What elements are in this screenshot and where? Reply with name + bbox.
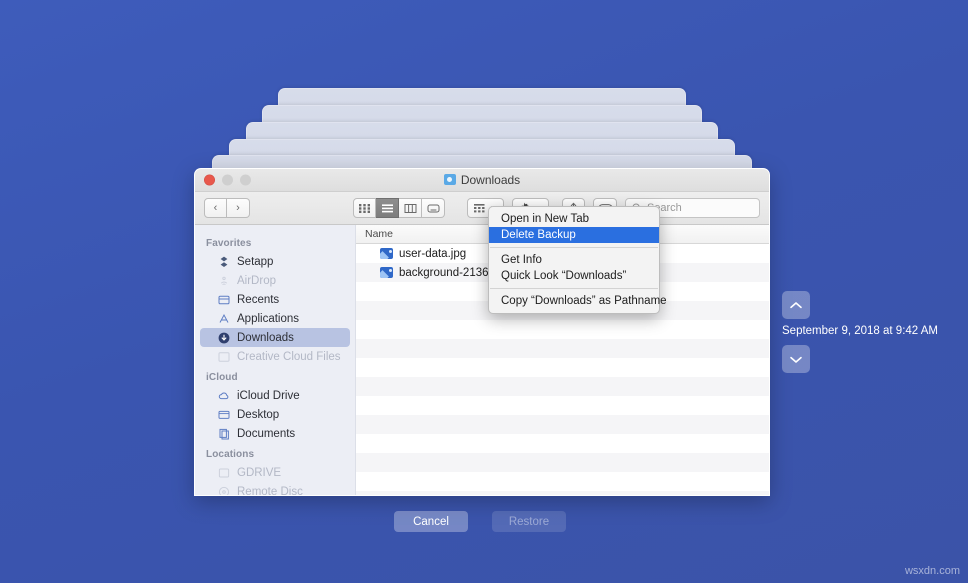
image-file-icon — [380, 248, 393, 259]
table-row-empty — [356, 377, 769, 396]
desktop-icon — [217, 408, 230, 421]
sidebar-item-creative-cloud-files[interactable]: Creative Cloud Files — [200, 347, 350, 366]
table-row-empty — [356, 339, 769, 358]
sidebar-item-recents[interactable]: Recents — [200, 290, 350, 309]
sidebar-section-header-favorites: Favorites — [195, 232, 355, 252]
table-row-empty — [356, 491, 769, 495]
sidebar-item-label: Downloads — [237, 332, 294, 344]
recents-icon — [217, 293, 230, 306]
menu-item-quick-look[interactable]: Quick Look “Downloads” — [489, 268, 659, 284]
menu-item-get-info[interactable]: Get Info — [489, 252, 659, 268]
chevron-down-icon — [789, 355, 803, 364]
group-by-icon — [473, 203, 486, 214]
sidebar-item-gdrive[interactable]: GDRIVE — [200, 463, 350, 482]
sidebar-item-label: AirDrop — [237, 275, 276, 287]
timeline-up-button[interactable] — [782, 291, 810, 319]
icon-view-button[interactable] — [353, 198, 376, 218]
sidebar-item-remote-disc[interactable]: Remote Disc — [200, 482, 350, 495]
context-menu[interactable]: Open in New Tab Delete Backup Get Info Q… — [488, 206, 660, 314]
timeline-date-label: September 9, 2018 at 9:42 AM — [782, 325, 962, 337]
restore-button: Restore — [492, 511, 566, 532]
sidebar-item-label: Recents — [237, 294, 279, 306]
menu-item-delete-backup[interactable]: Delete Backup — [489, 227, 659, 243]
sidebar-item-label: Applications — [237, 313, 299, 325]
watermark: wsxdn.com — [905, 565, 960, 577]
sidebar-item-label: Documents — [237, 428, 295, 440]
column-view-button[interactable] — [399, 198, 422, 218]
sidebar[interactable]: Favorites Setapp AirDrop Recents — [195, 225, 356, 495]
applications-icon — [217, 312, 230, 325]
gallery-view-button[interactable] — [422, 198, 445, 218]
remote-disc-icon — [217, 485, 230, 495]
drive-icon — [217, 466, 230, 479]
sidebar-item-setapp[interactable]: Setapp — [200, 252, 350, 271]
cloud-icon — [217, 389, 230, 402]
menu-separator — [490, 288, 658, 289]
nav-buttons: ‹ › — [204, 198, 250, 218]
timeline-down-button[interactable] — [782, 345, 810, 373]
table-row-empty — [356, 415, 769, 434]
cancel-button[interactable]: Cancel — [394, 511, 468, 532]
view-mode-segmented-control — [353, 198, 445, 218]
sidebar-item-desktop[interactable]: Desktop — [200, 405, 350, 424]
image-file-icon — [380, 267, 393, 278]
documents-icon — [217, 427, 230, 440]
sidebar-item-airdrop[interactable]: AirDrop — [200, 271, 350, 290]
sidebar-item-applications[interactable]: Applications — [200, 309, 350, 328]
toolbar: ‹ › — [195, 192, 769, 225]
sidebar-item-downloads[interactable]: Downloads — [200, 328, 350, 347]
finder-window[interactable]: Downloads ‹ › — [194, 168, 770, 496]
table-row-empty — [356, 434, 769, 453]
table-row-empty — [356, 453, 769, 472]
sidebar-item-label: Remote Disc — [237, 486, 303, 496]
folder-icon — [444, 174, 456, 185]
sidebar-item-label: iCloud Drive — [237, 390, 300, 402]
icon-view-icon — [358, 203, 371, 214]
setapp-icon — [217, 255, 230, 268]
gallery-view-icon — [427, 203, 440, 214]
sidebar-section-header-icloud: iCloud — [195, 366, 355, 386]
list-view-button[interactable] — [376, 198, 399, 218]
menu-item-open-in-new-tab[interactable]: Open in New Tab — [489, 211, 659, 227]
table-row-empty — [356, 358, 769, 377]
window-titlebar: Downloads — [195, 169, 769, 192]
sidebar-section-header-locations: Locations — [195, 443, 355, 463]
creative-cloud-icon — [217, 350, 230, 363]
page-title: Downloads — [195, 173, 769, 187]
sidebar-item-label: Desktop — [237, 409, 279, 421]
menu-item-copy-as-pathname[interactable]: Copy “Downloads” as Pathname — [489, 293, 659, 309]
sidebar-item-icloud-drive[interactable]: iCloud Drive — [200, 386, 350, 405]
chevron-up-icon — [789, 301, 803, 310]
forward-button[interactable]: › — [227, 198, 250, 218]
menu-separator — [490, 247, 658, 248]
airdrop-icon — [217, 274, 230, 287]
table-row-empty — [356, 396, 769, 415]
list-view-icon — [381, 203, 394, 214]
column-view-icon — [404, 203, 417, 214]
sidebar-item-documents[interactable]: Documents — [200, 424, 350, 443]
sidebar-item-label: Setapp — [237, 256, 273, 268]
table-row-empty — [356, 320, 769, 339]
file-name: user-data.jpg — [399, 248, 466, 260]
table-row-empty — [356, 472, 769, 491]
downloads-icon — [217, 331, 230, 344]
column-header-label: Name — [365, 228, 393, 240]
back-button[interactable]: ‹ — [204, 198, 227, 218]
window-body: Favorites Setapp AirDrop Recents — [195, 225, 769, 495]
sidebar-item-label: GDRIVE — [237, 467, 281, 479]
sidebar-item-label: Creative Cloud Files — [237, 351, 341, 363]
